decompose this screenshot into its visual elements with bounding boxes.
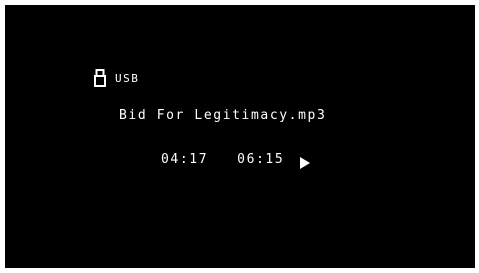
total-time: 06:15	[237, 152, 285, 167]
source-label: USB	[115, 71, 140, 85]
track-title: Bid For Legitimacy.mp3	[119, 108, 327, 123]
elapsed-time: 04:17	[161, 152, 209, 167]
playback-status: 04:17 06:15	[161, 150, 311, 170]
player-screen: USB Bid For Legitimacy.mp3 04:17 06:15	[5, 5, 475, 268]
play-icon	[300, 154, 311, 169]
usb-icon	[94, 69, 106, 87]
source-indicator: USB	[94, 67, 139, 89]
